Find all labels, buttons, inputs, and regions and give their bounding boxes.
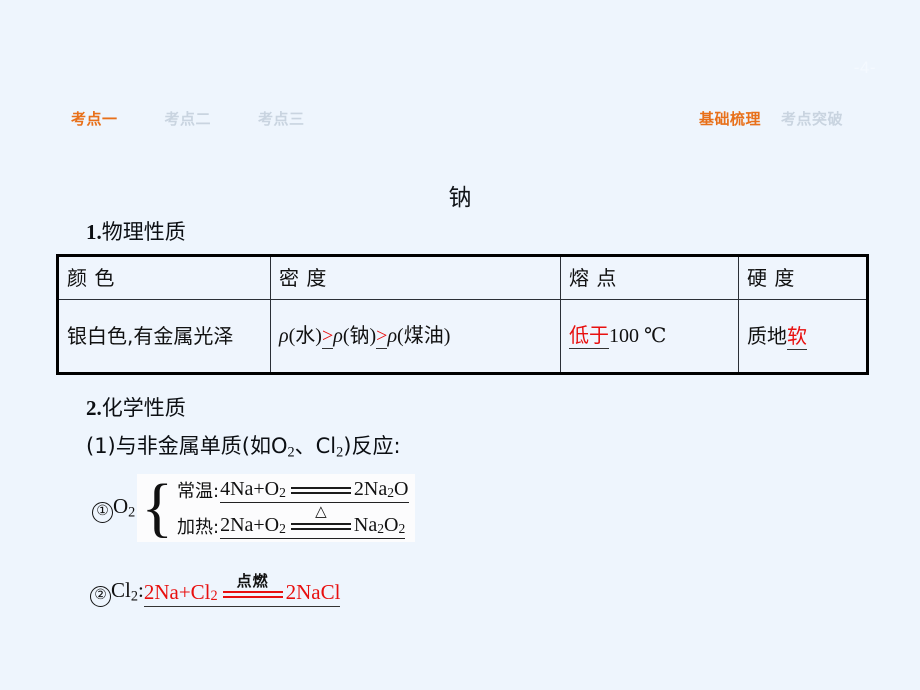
nav-right-group: 基础梳理 考点突破: [699, 108, 843, 129]
eq2-left: 2Na+O: [220, 514, 280, 536]
table-header-melting-point: 熔 点: [560, 256, 739, 300]
subsection-suffix: )反应:: [343, 434, 401, 458]
top-navigation: 考点一 考点二 考点三 基础梳理 考点突破: [0, 108, 920, 134]
heading-physical-properties: 1.物理性质: [86, 216, 186, 246]
eq1-left-sub: 2: [279, 485, 286, 500]
cell-density-value: ρ(水)>ρ(钠)>ρ(煤油): [270, 299, 561, 373]
density-operator-1: >: [321, 325, 334, 350]
nav-left-group: 考点一 考点二 考点三: [71, 108, 305, 129]
density-operator-2: >: [376, 325, 388, 350]
eq2-right-tail-sub: 2: [398, 521, 406, 536]
density-expression: ρ(水)>ρ(钠)>ρ(煤油): [279, 325, 451, 350]
subsection-o2-sub: 2: [287, 444, 295, 461]
equation-o2-label: ① O2: [92, 494, 135, 523]
equation-row-cl2: ② Cl2: 2Na+Cl 2 点燃 2NaCl: [90, 574, 341, 607]
equation-body-2: 2Na+O 2 △ Na 2 O 2: [220, 505, 406, 539]
reaction-arrow-icon-3: 点燃: [222, 574, 283, 601]
marker-circle-1: ①: [92, 501, 113, 523]
density-kerosene: (煤油): [397, 325, 451, 348]
curly-brace-icon: {: [141, 471, 173, 545]
marker-circle-2: ②: [90, 586, 111, 607]
heading-label-1: 物理性质: [101, 220, 186, 244]
tab-kaodian-2[interactable]: 考点二: [165, 108, 212, 129]
ignite-condition-label: 点燃: [236, 572, 269, 590]
eq1-left: 4Na+O: [220, 478, 280, 500]
heat-triangle-icon: △: [315, 504, 327, 520]
rho-symbol-3: ρ: [387, 325, 398, 348]
rho-symbol-1: ρ: [279, 325, 289, 348]
tab-kaodian-3[interactable]: 考点三: [258, 108, 305, 129]
equation-rows: 常温: 4Na+O 2 2Na 2 O 加热: 2Na+O 2 △ Na 2 O 2: [177, 477, 409, 539]
reaction-arrow-icon-1: [290, 484, 351, 497]
eq1-right-tail: O: [394, 478, 409, 500]
table-header-row: 颜 色 密 度 熔 点 硬 度: [58, 256, 867, 300]
eq2-right-tail: O: [384, 514, 399, 536]
equation-row-room-temp: 常温: 4Na+O 2 2Na 2 O: [177, 477, 409, 503]
equation-row-heated: 加热: 2Na+O 2 △ Na 2 O 2: [177, 505, 409, 539]
hardness-prefix: 质地: [747, 323, 787, 348]
tab-jichu-shuli[interactable]: 基础梳理: [699, 108, 761, 129]
slide-title: 钠: [448, 185, 472, 211]
melting-point-answer: 低于: [569, 323, 609, 350]
brace-container: { 常温: 4Na+O 2 2Na 2 O 加热: 2Na+O 2 △ Na 2 O 2: [137, 471, 415, 545]
table-row: 银白色,有金属光泽 ρ(水)>ρ(钠)>ρ(煤油) 低于100 ℃ 质地软: [58, 299, 867, 373]
subsection-prefix: (1)与非金属单质(如O: [86, 434, 288, 458]
o2-species-sub: 2: [128, 504, 136, 521]
equation-group-o2: ① O2 { 常温: 4Na+O 2 2Na 2 O 加热: 2Na+O 2 △ Na 2 O…: [92, 474, 415, 542]
equation-cl2-answer: 2Na+Cl 2 点燃 2NaCl: [143, 574, 341, 607]
eq2-right-sub: 2: [377, 521, 385, 536]
equation-cl2-label: ② Cl2:: [90, 578, 144, 607]
density-water: (水): [288, 325, 322, 348]
o2-species: O: [113, 493, 129, 518]
subsection-nonmetal-reaction: (1)与非金属单质(如O2、Cl2)反应:: [86, 430, 401, 462]
page-number: -4-: [853, 58, 876, 77]
cell-color-value: 银白色,有金属光泽: [58, 299, 271, 373]
heading-number-2: 2.: [86, 396, 102, 420]
cl2-species: Cl: [111, 578, 131, 602]
cell-hardness-value: 质地软: [738, 299, 867, 373]
tab-kaodian-tupo[interactable]: 考点突破: [781, 108, 843, 129]
heading-label-2: 化学性质: [101, 396, 186, 420]
melting-point-rest: 100 ℃: [609, 325, 667, 348]
eq3-left: 2Na+Cl: [143, 580, 211, 604]
eq3-right: 2NaCl: [285, 580, 341, 604]
eq1-right: 2Na: [353, 478, 388, 500]
reaction-arrow-icon-2: △: [290, 505, 351, 533]
heading-number-1: 1.: [86, 220, 102, 244]
condition-room-temp: 常温:: [177, 481, 220, 502]
physical-properties-table: 颜 色 密 度 熔 点 硬 度 银白色,有金属光泽 ρ(水)>ρ(钠)>ρ(煤油…: [56, 254, 869, 375]
rho-symbol-2: ρ: [333, 325, 343, 348]
equation-body-1: 4Na+O 2 2Na 2 O: [220, 478, 409, 503]
eq3-left-sub: 2: [210, 588, 218, 604]
subsection-mid: 、Cl: [294, 434, 337, 458]
eq1-right-sub: 2: [387, 485, 395, 500]
table-header-color: 颜 色: [58, 256, 271, 300]
eq2-right: Na: [353, 514, 378, 536]
table-header-density: 密 度: [270, 256, 561, 300]
density-sodium: (钠): [342, 325, 377, 348]
hardness-answer: 软: [787, 323, 807, 350]
tab-kaodian-1[interactable]: 考点一: [71, 108, 118, 129]
table-header-hardness: 硬 度: [738, 256, 867, 300]
condition-heated: 加热:: [177, 517, 220, 538]
cell-melting-point-value: 低于100 ℃: [560, 299, 739, 373]
eq2-left-sub: 2: [279, 521, 286, 536]
heading-chemical-properties: 2.化学性质: [86, 392, 186, 422]
cl2-species-sub: 2: [130, 588, 138, 605]
